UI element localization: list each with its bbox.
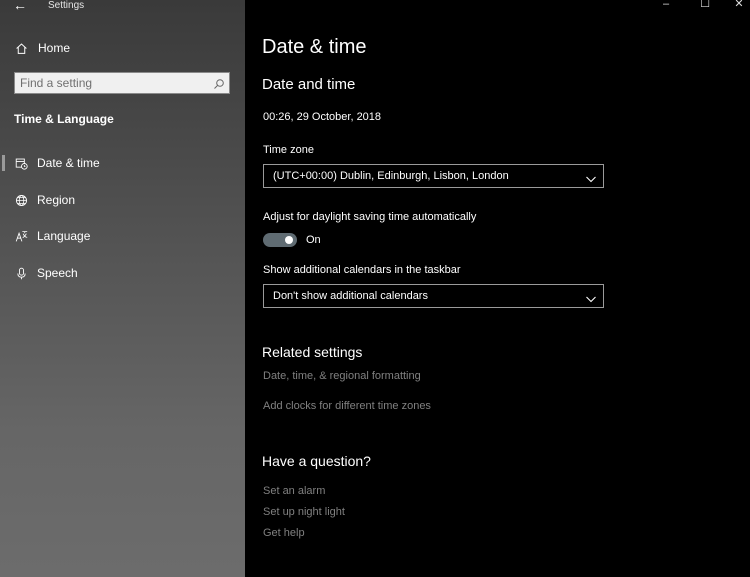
section-heading: Date and time xyxy=(262,76,356,93)
link-regional-formatting[interactable]: Date, time, & regional formatting xyxy=(263,370,421,382)
related-settings-title: Related settings xyxy=(262,344,363,360)
calendar-clock-icon xyxy=(14,156,28,170)
dst-toggle[interactable] xyxy=(263,233,297,247)
sidebar-item-date-time[interactable]: Date & time xyxy=(0,152,245,174)
timezone-label: Time zone xyxy=(263,144,314,156)
title-bar: ← Settings xyxy=(0,0,245,14)
calendars-dropdown[interactable]: Don't show additional calendars xyxy=(263,284,604,308)
sidebar-section-title: Time & Language xyxy=(14,112,114,126)
minimize-button[interactable]: – xyxy=(656,0,676,11)
calendars-label: Show additional calendars in the taskbar xyxy=(263,264,461,276)
link-night-light[interactable]: Set up night light xyxy=(263,506,345,518)
link-set-alarm[interactable]: Set an alarm xyxy=(263,485,325,497)
sidebar-item-label: Region xyxy=(37,193,76,207)
back-button[interactable]: ← xyxy=(10,0,30,13)
link-add-clocks[interactable]: Add clocks for different time zones xyxy=(263,400,431,412)
sidebar-item-label: Date & time xyxy=(37,156,100,170)
search-input[interactable] xyxy=(20,75,205,91)
timezone-dropdown[interactable]: (UTC+00:00) Dublin, Edinburgh, Lisbon, L… xyxy=(263,164,604,188)
sidebar-item-speech[interactable]: Speech xyxy=(0,262,245,284)
nav-home-label: Home xyxy=(38,41,71,55)
dst-toggle-state: On xyxy=(306,234,321,246)
globe-icon xyxy=(14,193,28,207)
question-title: Have a question? xyxy=(262,453,371,469)
timezone-value: (UTC+00:00) Dublin, Edinburgh, Lisbon, L… xyxy=(273,170,509,182)
maximize-button[interactable]: ☐ xyxy=(695,0,715,11)
current-datetime: 00:26, 29 October, 2018 xyxy=(263,111,382,123)
language-icon xyxy=(14,229,28,243)
window-controls: – ☐ ✕ xyxy=(650,0,750,12)
microphone-icon xyxy=(14,266,28,280)
calendars-value: Don't show additional calendars xyxy=(273,290,428,302)
app-title: Settings xyxy=(48,0,85,11)
sidebar-item-region[interactable]: Region xyxy=(0,189,245,211)
sidebar-item-language[interactable]: Language xyxy=(0,225,245,247)
close-button[interactable]: ✕ xyxy=(729,0,749,11)
home-icon xyxy=(14,41,28,55)
link-get-help[interactable]: Get help xyxy=(263,527,305,539)
page-title: Date & time xyxy=(262,36,367,58)
sidebar-item-label: Speech xyxy=(37,266,78,280)
sidebar: ← Settings Home Time & Language Date & t… xyxy=(0,0,245,577)
toggle-knob xyxy=(285,236,293,244)
chevron-down-icon xyxy=(585,171,597,183)
main-content: – ☐ ✕ Date & time Date and time 00:26, 2… xyxy=(245,0,750,577)
dst-label: Adjust for daylight saving time automati… xyxy=(263,211,477,223)
search-box[interactable] xyxy=(14,72,230,94)
search-icon[interactable] xyxy=(213,77,225,89)
chevron-down-icon xyxy=(585,291,597,303)
nav-home[interactable]: Home xyxy=(0,38,245,58)
sidebar-item-label: Language xyxy=(37,229,91,243)
